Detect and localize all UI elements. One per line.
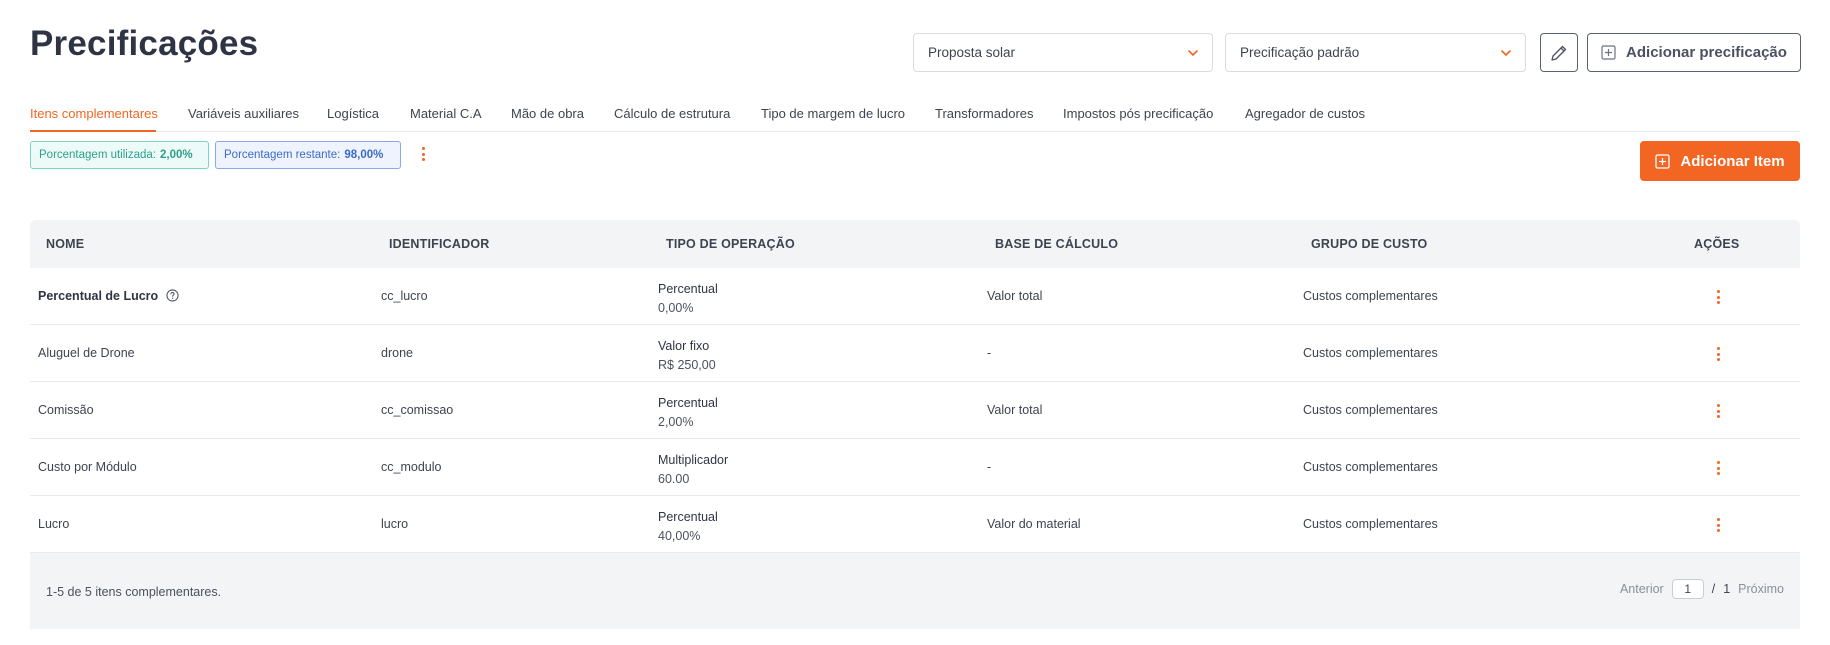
row-group: Custos complementares [1303, 403, 1438, 417]
percentage-menu-icon[interactable] [421, 147, 425, 161]
table-row[interactable]: Percentual de Lucro cc_lucro Percentual 0… [30, 268, 1800, 325]
help-circle-icon[interactable] [166, 289, 179, 302]
row-identifier: drone [381, 346, 413, 360]
next-page-button[interactable]: Próximo [1738, 582, 1784, 596]
used-percentage-value: 2,00% [159, 149, 193, 161]
active-tab-indicator [30, 130, 156, 132]
plus-square-icon [1655, 153, 1671, 169]
row-operation: Percentual 2,00% [658, 394, 718, 432]
operation-value: 60.00 [658, 472, 690, 486]
table-header: NOME IDENTIFICADOR TIPO DE OPERAÇÃO BASE… [30, 220, 1800, 268]
page-number-input[interactable]: 1 [1671, 579, 1704, 599]
items-table: NOME IDENTIFICADOR TIPO DE OPERAÇÃO BASE… [30, 220, 1800, 629]
add-item-label: Adicionar Item [1680, 152, 1785, 170]
row-group: Custos complementares [1303, 346, 1438, 360]
used-percentage-label: Porcentagem utilizada: [39, 149, 156, 161]
row-identifier: lucro [381, 517, 409, 531]
edit-pricing-button[interactable] [1540, 33, 1578, 72]
row-name: Custo por Módulo [38, 460, 137, 474]
row-name: Percentual de Lucro [38, 289, 179, 303]
row-base: Valor total [987, 403, 1043, 417]
tab-material-ca[interactable]: Material C.A [410, 106, 482, 121]
pricing-select-value: Precificação padrão [1240, 45, 1360, 60]
row-name: Comissão [38, 403, 94, 417]
row-actions-menu-icon[interactable] [1716, 347, 1720, 361]
remaining-percentage-label: Porcentagem restante: [224, 149, 341, 161]
pencil-icon [1551, 45, 1567, 61]
row-base: - [987, 460, 992, 474]
remaining-percentage-value: 98,00% [344, 149, 384, 161]
operation-value: 2,00% [658, 415, 694, 429]
row-base: - [987, 346, 992, 360]
used-percentage-badge: Porcentagem utilizada: 2,00% [30, 141, 209, 169]
operation-type: Valor fixo [658, 339, 710, 353]
row-operation: Percentual 40,00% [658, 508, 718, 546]
tab-bar: Itens complementares Variáveis auxiliare… [30, 99, 1800, 132]
pagination: Anterior 1 / 1 Próximo [1620, 579, 1784, 599]
row-base: Valor do material [987, 517, 1081, 531]
tab-impostos-pos-precificacao[interactable]: Impostos pós precificação [1063, 106, 1213, 121]
tab-itens-complementares[interactable]: Itens complementares [30, 106, 158, 121]
row-actions-menu-icon[interactable] [1716, 518, 1720, 532]
row-identifier: cc_lucro [381, 289, 428, 303]
row-name: Lucro [38, 517, 70, 531]
add-pricing-button[interactable]: Adicionar precificação [1587, 33, 1801, 72]
operation-type: Percentual [658, 510, 718, 524]
column-header-identifier[interactable]: IDENTIFICADOR [389, 237, 490, 251]
plus-square-icon [1601, 45, 1616, 60]
table-row[interactable]: Comissão cc_comissao Percentual 2,00% Val… [30, 382, 1800, 439]
add-item-button[interactable]: Adicionar Item [1640, 141, 1800, 181]
operation-type: Percentual [658, 282, 718, 296]
row-group: Custos complementares [1303, 460, 1438, 474]
table-footer: 1-5 de 5 itens complementares. Anterior … [30, 553, 1800, 629]
row-identifier: cc_comissao [381, 403, 454, 417]
row-identifier: cc_modulo [381, 460, 442, 474]
remaining-percentage-badge: Porcentagem restante: 98,00% [215, 141, 401, 169]
add-pricing-label: Adicionar precificação [1626, 44, 1787, 61]
column-header-name[interactable]: NOME [46, 237, 84, 251]
total-pages: 1 [1723, 582, 1731, 596]
operation-type: Percentual [658, 396, 718, 410]
pricing-select[interactable]: Precificação padrão [1225, 33, 1526, 72]
column-header-group[interactable]: GRUPO DE CUSTO [1311, 237, 1427, 251]
operation-value: R$ 250,00 [658, 358, 716, 372]
row-group: Custos complementares [1303, 517, 1438, 531]
proposal-type-select[interactable]: Proposta solar [913, 33, 1213, 72]
row-base: Valor total [987, 289, 1043, 303]
row-actions-menu-icon[interactable] [1716, 461, 1720, 475]
chevron-down-icon [1501, 50, 1511, 56]
table-row[interactable]: Custo por Módulo cc_modulo Multiplicador… [30, 439, 1800, 496]
operation-value: 0,00% [658, 301, 694, 315]
column-header-operation[interactable]: TIPO DE OPERAÇÃO [666, 237, 795, 251]
tab-logistica[interactable]: Logística [327, 106, 379, 121]
tab-agregador-de-custos[interactable]: Agregador de custos [1245, 106, 1365, 121]
previous-page-button[interactable]: Anterior [1620, 582, 1664, 596]
column-header-actions: AÇÕES [1694, 237, 1740, 251]
row-name: Aluguel de Drone [38, 346, 135, 360]
row-operation: Valor fixo R$ 250,00 [658, 337, 716, 375]
row-operation: Percentual 0,00% [658, 280, 718, 318]
column-header-base[interactable]: BASE DE CÁLCULO [995, 237, 1118, 251]
row-group: Custos complementares [1303, 289, 1438, 303]
tab-mao-de-obra[interactable]: Mão de obra [511, 106, 584, 121]
page-separator: / [1711, 582, 1716, 596]
items-count: 1-5 de 5 itens complementares. [46, 585, 222, 599]
row-actions-menu-icon[interactable] [1716, 290, 1720, 304]
operation-value: 40,00% [658, 529, 701, 543]
page-title: Precificações [30, 24, 259, 63]
operation-type: Multiplicador [658, 453, 729, 467]
table-row[interactable]: Lucro lucro Percentual 40,00% Valor do ma… [30, 496, 1800, 553]
row-operation: Multiplicador 60.00 [658, 451, 728, 489]
tab-transformadores[interactable]: Transformadores [935, 106, 1034, 121]
proposal-type-select-value: Proposta solar [928, 45, 1016, 60]
table-row[interactable]: Aluguel de Drone drone Valor fixo R$ 250,… [30, 325, 1800, 382]
row-actions-menu-icon[interactable] [1716, 404, 1720, 418]
tab-variaveis-auxiliares[interactable]: Variáveis auxiliares [188, 106, 299, 121]
tab-tipo-de-margem-de-lucro[interactable]: Tipo de margem de lucro [761, 106, 905, 121]
chevron-down-icon [1188, 50, 1198, 56]
tab-calculo-de-estrutura[interactable]: Cálculo de estrutura [614, 106, 730, 121]
